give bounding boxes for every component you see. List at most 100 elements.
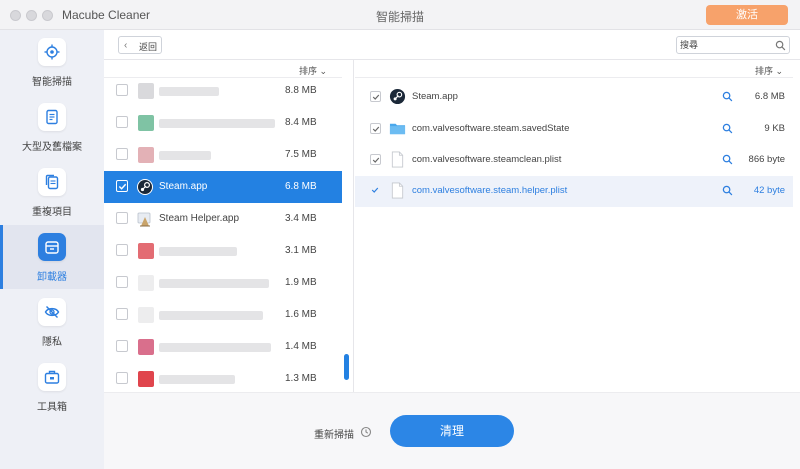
sidebar-item-duplicates[interactable]: 重複項目	[0, 160, 104, 224]
redacted-name	[159, 151, 211, 160]
reveal-search-icon[interactable]	[722, 123, 733, 134]
right-sort-bar: 排序 ⌄	[355, 60, 793, 78]
file-row[interactable]: com.valvesoftware.steam.helper.plist 42 …	[355, 176, 793, 207]
rescan-clock-icon[interactable]	[360, 426, 372, 438]
list-scrollbar[interactable]	[344, 354, 349, 380]
document-icon	[38, 103, 66, 131]
row-size: 1.3 MB	[285, 373, 317, 384]
file-row[interactable]: com.valvesoftware.steam.savedState 9 KB	[355, 114, 793, 145]
sidebar-item-label: 大型及舊檔案	[22, 142, 82, 153]
list-item[interactable]: 8.8 MB	[104, 75, 342, 107]
helper-app-icon	[137, 212, 151, 227]
reveal-search-icon[interactable]	[722, 91, 733, 102]
row-checkbox[interactable]	[116, 148, 128, 160]
row-checkbox[interactable]	[116, 340, 128, 352]
app-icon	[138, 243, 154, 259]
redacted-name	[159, 119, 275, 128]
file-name: com.valvesoftware.steamclean.plist	[412, 154, 562, 165]
app-icon	[138, 307, 154, 323]
reveal-search-icon[interactable]	[722, 154, 733, 165]
row-size: 1.9 MB	[285, 277, 317, 288]
file-size: 866 byte	[748, 154, 785, 165]
row-checkbox[interactable]	[370, 123, 381, 134]
row-name: Steam Helper.app	[159, 213, 240, 224]
row-checkbox[interactable]	[116, 116, 128, 128]
file-size: 9 KB	[764, 123, 785, 134]
copy-icon	[38, 168, 66, 196]
row-checkbox[interactable]	[370, 185, 381, 196]
list-item[interactable]: 8.4 MB	[104, 107, 342, 139]
app-icon	[138, 275, 154, 291]
file-icon	[391, 151, 404, 168]
row-name: Steam.app	[159, 181, 208, 192]
sidebar-item-smart-scan[interactable]: 智能掃描	[0, 30, 104, 94]
row-size: 8.4 MB	[285, 117, 317, 128]
row-checkbox[interactable]	[370, 91, 381, 102]
eye-off-icon	[38, 298, 66, 326]
row-checkbox[interactable]	[116, 84, 128, 96]
list-item[interactable]: 3.1 MB	[104, 235, 342, 267]
list-item[interactable]: 1.3 MB	[104, 363, 342, 395]
file-name: com.valvesoftware.steam.savedState	[412, 123, 570, 134]
sidebar-item-label: 卸載器	[37, 272, 67, 283]
sidebar-item-label: 工具箱	[37, 402, 67, 413]
list-item[interactable]: 1.4 MB	[104, 331, 342, 363]
file-row[interactable]: com.valvesoftware.steamclean.plist 866 b…	[355, 145, 793, 176]
sidebar-item-uninstaller[interactable]: 卸載器	[0, 225, 104, 289]
row-checkbox[interactable]	[116, 308, 128, 320]
row-checkbox[interactable]	[116, 244, 128, 256]
row-size: 8.8 MB	[285, 85, 317, 96]
search-box	[676, 36, 790, 54]
list-item[interactable]: 1.9 MB	[104, 267, 342, 299]
file-name: com.valvesoftware.steam.helper.plist	[412, 185, 568, 196]
sidebar-item-large-old-files[interactable]: 大型及舊檔案	[0, 95, 104, 159]
row-checkbox[interactable]	[116, 180, 128, 192]
redacted-name	[159, 279, 269, 288]
row-size: 1.4 MB	[285, 341, 317, 352]
file-size: 6.8 MB	[754, 91, 785, 102]
row-checkbox[interactable]	[370, 154, 381, 165]
row-checkbox[interactable]	[116, 212, 128, 224]
rescan-button[interactable]: 重新掃描	[314, 426, 354, 441]
sidebar-item-label: 隱私	[42, 337, 62, 348]
file-row[interactable]: Steam.app 6.8 MB	[355, 82, 793, 113]
activate-button[interactable]: 激活	[706, 5, 788, 25]
action-bar: 重新掃描 清理	[104, 392, 800, 469]
list-item[interactable]: Steam.app 6.8 MB	[104, 171, 342, 203]
app-icon	[138, 115, 154, 131]
redacted-name	[159, 87, 219, 96]
file-size: 42 byte	[753, 185, 785, 196]
app-icon	[138, 83, 154, 99]
app-icon	[138, 371, 154, 387]
sidebar-item-privacy[interactable]: 隱私	[0, 290, 104, 354]
file-icon	[391, 182, 404, 199]
redacted-name	[159, 247, 237, 256]
row-checkbox[interactable]	[116, 276, 128, 288]
search-icon[interactable]	[775, 40, 786, 51]
sidebar-item-label: 智能掃描	[32, 77, 72, 88]
sidebar: 智能掃描 大型及舊檔案 重複項目 卸載器 隱私 工具箱	[0, 30, 104, 469]
clean-button[interactable]: 清理	[390, 415, 514, 447]
sidebar-item-label: 重複項目	[32, 207, 72, 218]
title-bar: Macube Cleaner 智能掃描 激活	[0, 0, 800, 30]
row-size: 6.8 MB	[285, 181, 317, 192]
right-sort-button[interactable]: 排序 ⌄	[755, 64, 783, 77]
list-item[interactable]: 7.5 MB	[104, 139, 342, 171]
row-size: 3.4 MB	[285, 213, 317, 224]
steam-icon	[137, 179, 153, 195]
list-item[interactable]: 1.6 MB	[104, 299, 342, 331]
sidebar-item-toolbox[interactable]: 工具箱	[0, 355, 104, 419]
folder-icon	[389, 123, 406, 135]
row-size: 3.1 MB	[285, 245, 317, 256]
chevron-left-icon: ‹	[124, 40, 128, 51]
row-checkbox[interactable]	[116, 372, 128, 384]
file-name: Steam.app	[412, 91, 458, 102]
app-icon	[138, 147, 154, 163]
toolbox-icon	[38, 363, 66, 391]
app-list: 排序 ⌄ 8.8 MB 8.4 MB 7.5 MB Steam.app 6.8 …	[104, 60, 354, 392]
reveal-search-icon[interactable]	[722, 185, 733, 196]
back-button[interactable]: ‹ 返回	[118, 36, 162, 54]
redacted-name	[159, 375, 235, 384]
search-input[interactable]	[680, 38, 772, 52]
list-item[interactable]: Steam Helper.app 3.4 MB	[104, 203, 342, 235]
